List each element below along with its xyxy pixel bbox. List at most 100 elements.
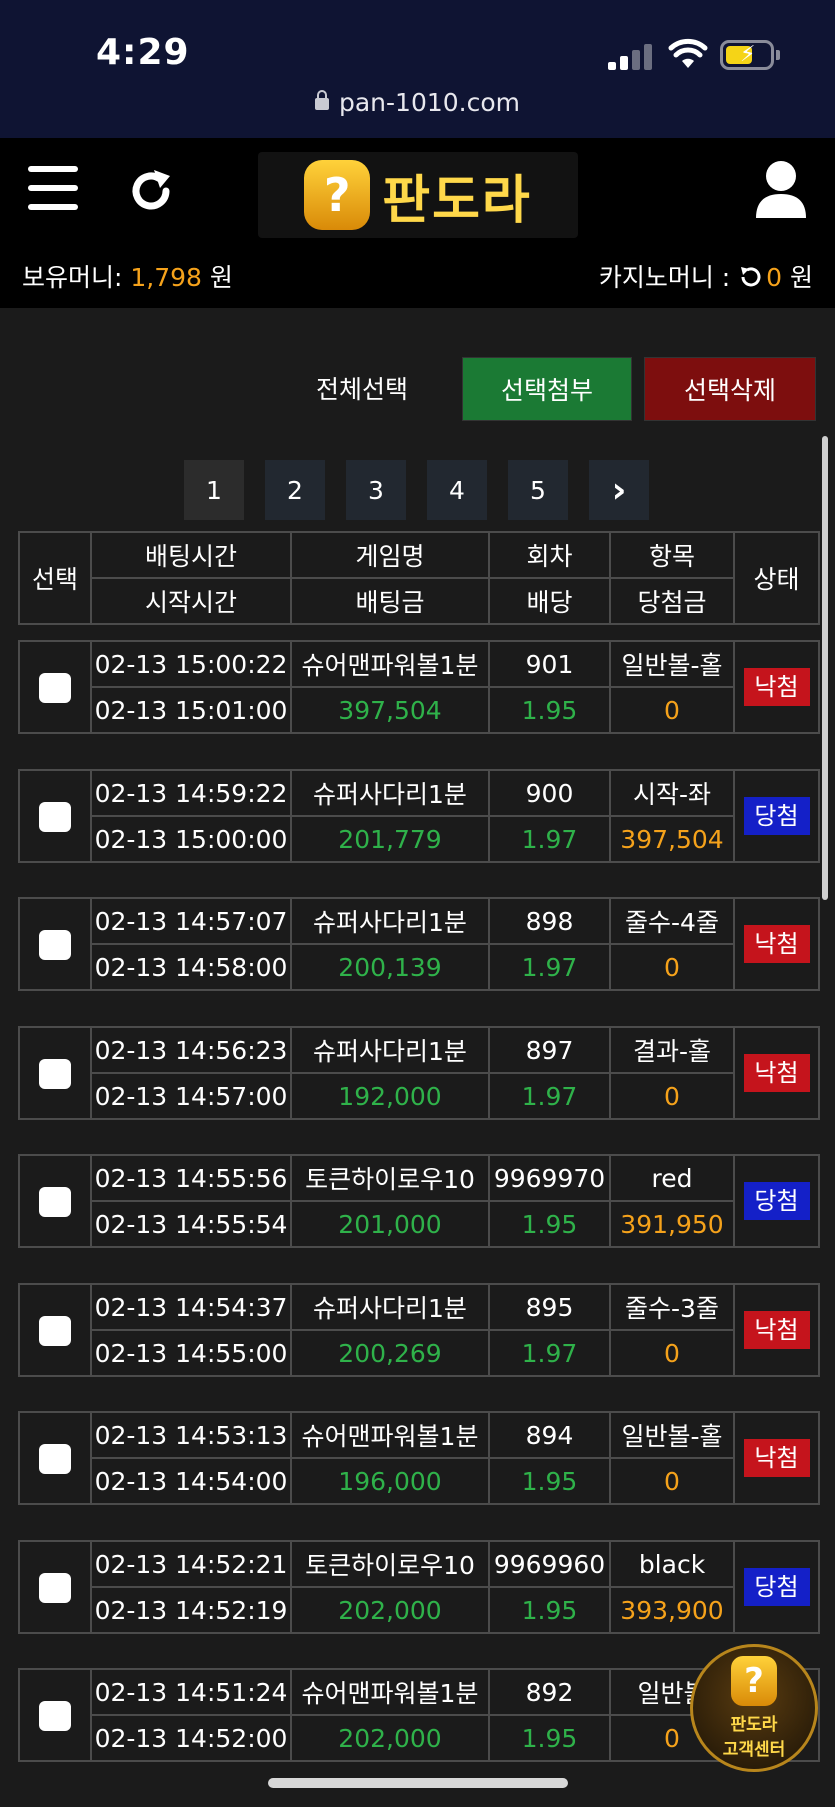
clock: 4:29 <box>96 32 190 73</box>
col-select: 선택 <box>18 531 92 625</box>
win-amount: 0 <box>609 943 735 991</box>
status-badge: 낙첨 <box>743 1439 810 1477</box>
round: 901 <box>488 640 611 688</box>
col-bet-time: 배팅시간 <box>90 531 292 579</box>
next-page-button[interactable]: › <box>589 460 649 520</box>
status-badge: 낙첨 <box>743 1054 810 1092</box>
win-amount: 391,950 <box>609 1200 735 1248</box>
round: 897 <box>488 1026 611 1074</box>
home-indicator[interactable] <box>268 1778 568 1788</box>
col-item: 항목 <box>609 531 735 579</box>
game-name: 슈퍼사다리1분 <box>290 897 490 945</box>
status-badge: 당첨 <box>743 1182 810 1220</box>
game-name: 슈퍼사다리1분 <box>290 769 490 817</box>
state-cell: 낙첨 <box>733 640 820 734</box>
row-select-cell <box>18 769 92 863</box>
bet-amount: 201,000 <box>290 1200 490 1248</box>
status-badge: 당첨 <box>743 797 810 835</box>
odds: 1.97 <box>488 815 611 863</box>
bet-time: 02-13 14:55:56 <box>90 1154 292 1202</box>
state-cell: 당첨 <box>733 1154 820 1248</box>
status-badge: 당첨 <box>743 1568 810 1606</box>
page-5-button[interactable]: 5 <box>508 460 568 520</box>
balance-display: 보유머니: 1,798 원 <box>22 258 233 294</box>
table-row: 02-13 14:56:23 슈퍼사다리1분 897 결과-홀 낙첨 02-13 14:5… <box>18 1026 820 1120</box>
row-checkbox[interactable] <box>39 1058 71 1089</box>
logo-question-icon: ? <box>304 160 371 230</box>
customer-service-button[interactable]: ? 판도라 고객센터 <box>690 1644 818 1772</box>
delete-selected-button[interactable]: 선택삭제 <box>644 357 816 421</box>
col-odds: 배당 <box>488 577 611 625</box>
casino-unit: 원 <box>782 263 813 292</box>
bet-item: 줄수-3줄 <box>609 1283 735 1331</box>
win-amount: 0 <box>609 686 735 734</box>
user-account-icon[interactable] <box>756 160 806 218</box>
row-select-cell <box>18 1540 92 1634</box>
bet-time: 02-13 14:52:21 <box>90 1540 292 1588</box>
site-header: ? 판도라 보유머니: 1,798 원 카지노머니 : 0 원 <box>0 138 835 308</box>
row-checkbox[interactable] <box>39 929 71 960</box>
table-row: 02-13 14:53:13 슈어맨파워볼1분 894 일반볼-홀 낙첨 02-13 14… <box>18 1411 820 1505</box>
select-all-button[interactable]: 전체선택 <box>316 370 408 406</box>
balance-label: 보유머니: <box>22 263 131 292</box>
col-state: 상태 <box>733 531 820 625</box>
page-1-button[interactable]: 1 <box>184 460 244 520</box>
table-row: 02-13 14:59:22 슈퍼사다리1분 900 시작-좌 당첨 02-13 15:0… <box>18 769 820 863</box>
bet-time: 02-13 14:59:22 <box>90 769 292 817</box>
chevron-right-icon: › <box>611 469 627 511</box>
bet-amount: 397,504 <box>290 686 490 734</box>
attach-selected-button[interactable]: 선택첨부 <box>462 357 632 421</box>
casino-refresh-icon[interactable] <box>738 265 762 289</box>
bet-time: 02-13 14:57:07 <box>90 897 292 945</box>
bet-amount: 200,269 <box>290 1329 490 1377</box>
row-select-cell <box>18 1411 92 1505</box>
page-4-button[interactable]: 4 <box>427 460 487 520</box>
odds: 1.97 <box>488 943 611 991</box>
scrollbar[interactable] <box>822 436 828 900</box>
bet-time: 02-13 15:00:22 <box>90 640 292 688</box>
balance-unit: 원 <box>201 263 233 292</box>
site-logo[interactable]: ? 판도라 <box>258 152 578 238</box>
wifi-icon <box>668 38 708 68</box>
start-time: 02-13 14:55:54 <box>90 1200 292 1248</box>
hamburger-menu-icon[interactable] <box>28 166 78 210</box>
start-time: 02-13 15:00:00 <box>90 815 292 863</box>
game-name: 토큰하이로우10 <box>290 1540 490 1588</box>
bet-time: 02-13 14:51:24 <box>90 1668 292 1716</box>
row-checkbox[interactable] <box>39 672 71 703</box>
cellular-signal-icon <box>608 44 652 70</box>
row-select-cell <box>18 1283 92 1377</box>
round: 900 <box>488 769 611 817</box>
win-amount: 0 <box>609 1329 735 1377</box>
row-checkbox[interactable] <box>39 1572 71 1603</box>
page-3-button[interactable]: 3 <box>346 460 406 520</box>
round: 9969960 <box>488 1540 611 1588</box>
bet-amount: 202,000 <box>290 1586 490 1634</box>
win-amount: 0 <box>609 1457 735 1505</box>
col-win-amount: 당첨금 <box>609 577 735 625</box>
bet-time: 02-13 14:54:37 <box>90 1283 292 1331</box>
page-2-button[interactable]: 2 <box>265 460 325 520</box>
status-badge: 낙첨 <box>743 1311 810 1349</box>
state-cell: 당첨 <box>733 1540 820 1634</box>
row-checkbox[interactable] <box>39 801 71 832</box>
table-row: 02-13 14:52:21 토큰하이로우10 9969960 black 당첨 02-1… <box>18 1540 820 1634</box>
start-time: 02-13 14:55:00 <box>90 1329 292 1377</box>
game-name: 슈퍼사다리1분 <box>290 1026 490 1074</box>
refresh-icon[interactable] <box>126 166 176 216</box>
start-time: 02-13 14:57:00 <box>90 1072 292 1120</box>
round: 892 <box>488 1668 611 1716</box>
row-checkbox[interactable] <box>39 1186 71 1217</box>
state-cell: 낙첨 <box>733 1026 820 1120</box>
bet-amount: 192,000 <box>290 1072 490 1120</box>
row-checkbox[interactable] <box>39 1315 71 1346</box>
bet-amount: 202,000 <box>290 1714 490 1762</box>
bet-item: 일반볼-홀 <box>609 640 735 688</box>
row-checkbox[interactable] <box>39 1443 71 1474</box>
address-bar[interactable]: pan-1010.com <box>0 88 835 117</box>
game-name: 슈어맨파워볼1분 <box>290 640 490 688</box>
row-checkbox[interactable] <box>39 1700 71 1731</box>
status-bar: 4:29 ⚡ pan-1010.com <box>0 0 835 138</box>
col-start-time: 시작시간 <box>90 577 292 625</box>
col-round: 회차 <box>488 531 611 579</box>
